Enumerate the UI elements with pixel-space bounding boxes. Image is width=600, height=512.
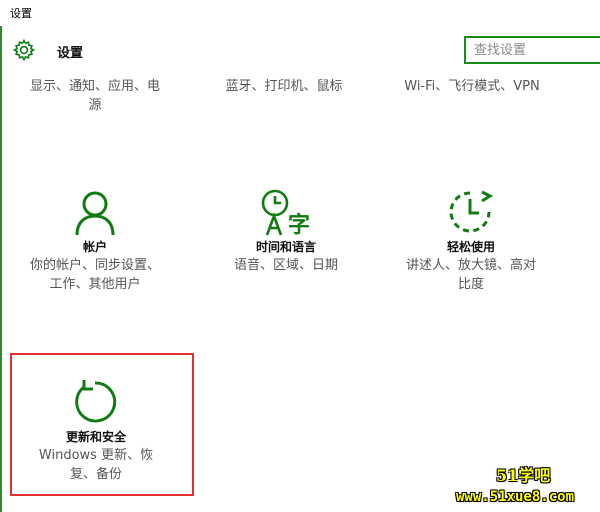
devices-tile-desc[interactable]: 蓝牙、打印机、鼠标 bbox=[206, 77, 362, 96]
tile-time-language[interactable]: 字 时间和语言 语音、区域、日期 bbox=[214, 188, 358, 275]
svg-text:字: 字 bbox=[288, 212, 310, 238]
search-input[interactable] bbox=[466, 38, 600, 62]
system-desc-line1: 显示、通知、应用、电 bbox=[29, 79, 160, 94]
highlight-box bbox=[10, 353, 194, 496]
tile-ease-of-access-desc-line1: 讲述人、放大镜、高对 bbox=[405, 258, 536, 273]
tile-accounts-title: 帐户 bbox=[82, 240, 107, 254]
tile-accounts[interactable]: 帐户 你的帐户、同步设置、 工作、其他用户 bbox=[16, 188, 174, 294]
network-desc-line1: Wi-Fi、飞行模式、VPN bbox=[404, 79, 540, 94]
person-icon bbox=[75, 191, 115, 236]
tile-ease-of-access-desc-line2: 比度 bbox=[457, 277, 484, 292]
search-box[interactable] bbox=[464, 36, 600, 64]
tile-time-language-title: 时间和语言 bbox=[255, 240, 316, 254]
system-tile-desc[interactable]: 显示、通知、应用、电 源 bbox=[18, 77, 172, 115]
system-desc-line2: 源 bbox=[88, 98, 102, 113]
devices-desc-line1: 蓝牙、打印机、鼠标 bbox=[225, 79, 343, 94]
watermark-logo: 51学吧 bbox=[496, 466, 551, 485]
time-language-icon: 字 bbox=[261, 189, 310, 238]
tile-accounts-desc-line2: 工作、其他用户 bbox=[49, 277, 141, 292]
tile-time-language-desc-line1: 语音、区域、日期 bbox=[233, 258, 338, 273]
window-title: 设置 bbox=[10, 7, 32, 20]
window-left-border bbox=[0, 26, 2, 512]
tile-ease-of-access[interactable]: 轻松使用 讲述人、放大镜、高对 比度 bbox=[394, 188, 548, 294]
watermark-url: www.51xue8.com bbox=[456, 489, 575, 505]
network-tile-desc[interactable]: Wi-Fi、飞行模式、VPN bbox=[386, 77, 558, 96]
tile-accounts-desc-line1: 你的帐户、同步设置、 bbox=[29, 258, 160, 273]
tile-ease-of-access-title: 轻松使用 bbox=[446, 240, 495, 254]
page-title: 设置 bbox=[57, 46, 84, 61]
gear-icon bbox=[12, 38, 36, 62]
ease-of-access-icon bbox=[449, 190, 494, 233]
